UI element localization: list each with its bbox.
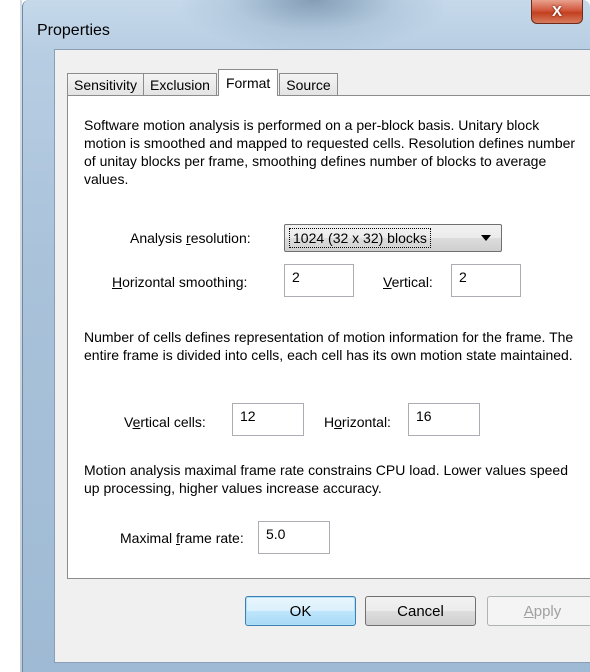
tab-exclusion[interactable]: Exclusion: [143, 73, 217, 96]
frame-rate-text: Motion analysis maximal frame rate const…: [84, 462, 568, 496]
cancel-button[interactable]: Cancel: [365, 596, 476, 626]
ok-button[interactable]: OK: [245, 596, 356, 626]
background-strip: [0, 0, 22, 672]
horizontal-cells-label: Horizontal:: [324, 414, 391, 430]
horizontal-smoothing-label: Horizontal smoothing:: [112, 274, 248, 290]
vertical-cells-input[interactable]: 12: [232, 403, 304, 436]
close-icon: X: [551, 3, 562, 20]
close-button[interactable]: X: [531, 0, 583, 24]
max-frame-rate-input[interactable]: 5.0: [258, 521, 330, 554]
dialog-client-area: Sensitivity Exclusion Format Source Soft…: [54, 49, 590, 663]
tab-strip: Sensitivity Exclusion Format Source: [67, 69, 338, 96]
analysis-resolution-label: Analysis resolution:: [130, 230, 251, 246]
tab-format[interactable]: Format: [217, 69, 279, 96]
vertical-smoothing-label: Vertical:: [383, 274, 433, 290]
intro-text: Software motion analysis is performed on…: [84, 117, 576, 187]
analysis-resolution-value: 1024 (32 x 32) blocks: [289, 228, 431, 248]
analysis-resolution-select[interactable]: 1024 (32 x 32) blocks: [284, 224, 502, 252]
tab-sensitivity[interactable]: Sensitivity: [67, 73, 145, 96]
max-frame-rate-label: Maximal frame rate:: [120, 530, 244, 546]
format-tab-panel: Software motion analysis is performed on…: [67, 95, 590, 579]
horizontal-cells-input[interactable]: 16: [408, 403, 480, 436]
cells-text: Number of cells defines representation o…: [84, 329, 574, 363]
window-title: Properties: [37, 22, 110, 39]
vertical-smoothing-input[interactable]: 2: [451, 264, 521, 297]
horizontal-smoothing-input[interactable]: 2: [284, 264, 354, 297]
apply-button[interactable]: Apply: [487, 596, 590, 626]
properties-window: Properties X Sensitivity Exclusion Forma…: [22, 0, 590, 672]
chevron-down-icon: [481, 235, 491, 241]
vertical-cells-label: Vertical cells:: [124, 414, 206, 430]
tab-source[interactable]: Source: [279, 73, 338, 96]
